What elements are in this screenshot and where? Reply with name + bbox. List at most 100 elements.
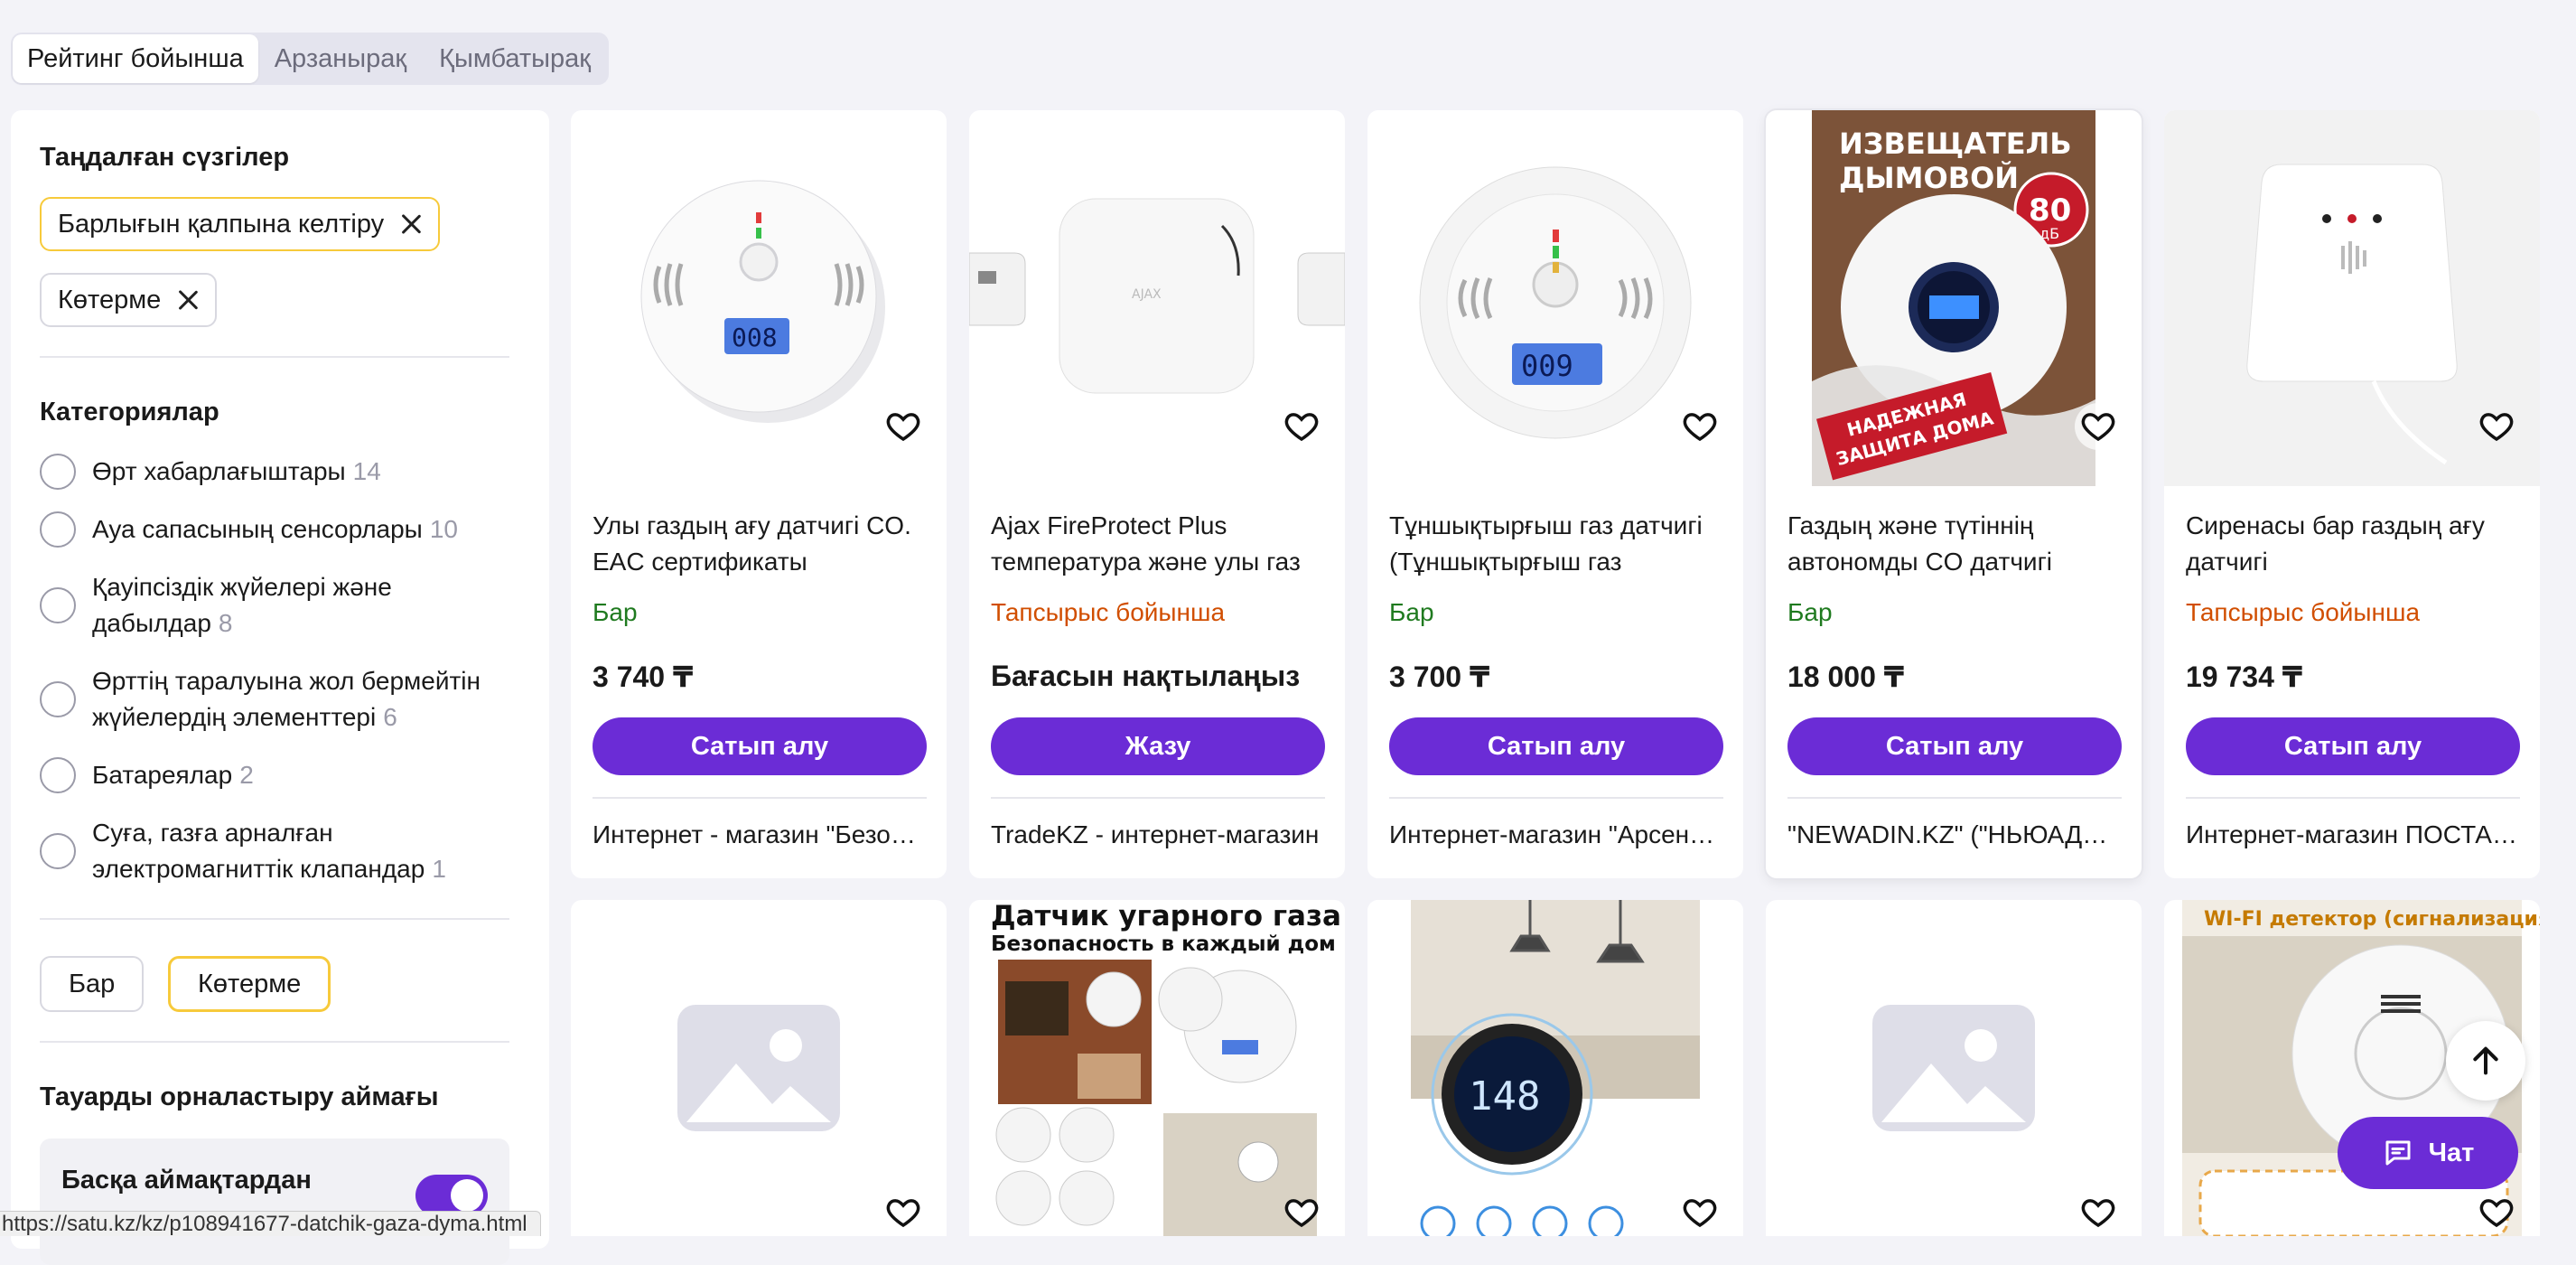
category-count: 8 xyxy=(218,609,233,637)
divider xyxy=(40,918,509,920)
category-item[interactable]: Қауіпсіздік жүйелері және дабылдар 8 xyxy=(40,569,509,642)
product-price: 3 700 ₸ xyxy=(1389,661,1490,693)
seller-link[interactable]: Интернет-магазин ПОСТАВЩИК xyxy=(2186,820,2520,849)
availability-status: Тапсырыс бойынша xyxy=(2186,598,2421,626)
favorite-button[interactable] xyxy=(880,403,927,450)
categories-title: Категориялар xyxy=(40,398,219,426)
product-image[interactable]: Датчик угарного газа Безопасность в кажд… xyxy=(969,900,1345,1236)
co-detector-image: 008 xyxy=(640,180,885,423)
divider xyxy=(40,356,509,358)
svg-text:AJAX: AJAX xyxy=(1132,287,1162,302)
availability-status: Бар xyxy=(593,598,638,626)
radio-button[interactable] xyxy=(40,454,76,490)
product-title[interactable]: Тұншықтырғыш газ датчигі (Тұншықтырғыш г… xyxy=(1389,508,1723,580)
favorite-button[interactable] xyxy=(2473,403,2520,450)
product-card[interactable]: Сиренасы бар газдың ағу датчигі Тапсырыс… xyxy=(2164,110,2540,878)
chat-label: Чат xyxy=(2428,1138,2475,1167)
seller-link[interactable]: Интернет - магазин "Безопасный дом" xyxy=(593,820,927,849)
radio-button[interactable] xyxy=(40,511,76,548)
favorite-button[interactable] xyxy=(2473,1189,2520,1236)
arrow-up-icon xyxy=(2473,1046,2498,1075)
buy-button[interactable]: Сатып алу xyxy=(593,717,927,775)
product-image-placeholder[interactable] xyxy=(1766,900,2142,1236)
image-placeholder-icon xyxy=(1872,1005,2035,1131)
smoke-detector-poster: ИЗВЕЩАТЕЛЬ ДЫМОВОЙ 80 дБ НАДЕЖНАЯ ЗАЩИТА… xyxy=(1812,110,2095,486)
product-card[interactable]: 148 xyxy=(1367,900,1743,1236)
image-placeholder-icon xyxy=(677,1005,840,1131)
favorite-button[interactable] xyxy=(1278,403,1325,450)
category-item[interactable]: Өрт хабарлағыштары 14 xyxy=(40,454,509,490)
product-title[interactable]: Газдың және түтіннің автономды CO датчиг… xyxy=(1787,508,2122,580)
close-icon xyxy=(177,289,199,311)
close-icon xyxy=(400,213,422,235)
favorite-button[interactable] xyxy=(880,1189,927,1236)
product-title[interactable]: Сиренасы бар газдың ағу датчигі xyxy=(2186,508,2520,580)
radio-button[interactable] xyxy=(40,833,76,869)
buy-button[interactable]: Сатып алу xyxy=(2186,717,2520,775)
radio-button[interactable] xyxy=(40,757,76,793)
product-title[interactable]: Улы газдың ағу датчигі CO. EAC сертифика… xyxy=(593,508,927,580)
availability-status: Бар xyxy=(1389,598,1434,626)
product-price: Бағасын нақтылаңыз xyxy=(991,660,1301,692)
heart-icon xyxy=(1683,1199,1717,1228)
seller-link[interactable]: Интернет-магазин "Арсенал" xyxy=(1389,820,1723,849)
radio-button[interactable] xyxy=(40,681,76,717)
category-item[interactable]: Өрттің таралуына жол бермейтін жүйелерді… xyxy=(40,663,509,736)
category-label: Ауа сапасының сенсорлары xyxy=(92,515,423,543)
favorite-button[interactable] xyxy=(1278,1189,1325,1236)
category-item[interactable]: Батареялар 2 xyxy=(40,757,509,793)
product-card[interactable] xyxy=(1766,900,2142,1236)
heart-icon xyxy=(1683,413,1717,442)
heart-icon xyxy=(886,1199,920,1228)
product-card[interactable]: Датчик угарного газа Безопасность в кажд… xyxy=(969,900,1345,1236)
svg-text:ДЫМОВОЙ: ДЫМОВОЙ xyxy=(1839,161,2019,195)
scroll-to-top-button[interactable] xyxy=(2446,1021,2525,1101)
category-item[interactable]: Ауа сапасының сенсорлары 10 xyxy=(40,511,509,548)
gas-detector-kitchen-image: 148 xyxy=(1367,900,1743,1236)
sort-option-rating[interactable]: Рейтинг бойынша xyxy=(13,34,258,83)
svg-text:Датчик угарного газа: Датчик угарного газа xyxy=(991,900,1341,932)
divider xyxy=(2186,797,2520,799)
divider xyxy=(40,1041,509,1043)
svg-text:148: 148 xyxy=(1469,1073,1540,1120)
availability-in-stock-button[interactable]: Бар xyxy=(40,956,145,1012)
product-card[interactable]: ИЗВЕЩАТЕЛЬ ДЫМОВОЙ 80 дБ НАДЕЖНАЯ ЗАЩИТА… xyxy=(1766,110,2142,878)
buy-button[interactable]: Сатып алу xyxy=(1787,717,2122,775)
favorite-button[interactable] xyxy=(1676,1189,1723,1236)
svg-text:80: 80 xyxy=(2029,192,2071,229)
product-image-placeholder[interactable] xyxy=(571,900,947,1236)
seller-link[interactable]: "NEWADIN.KZ" ("НЬЮАДИН") xyxy=(1787,820,2122,849)
favorite-button[interactable] xyxy=(1676,403,1723,450)
chat-button[interactable]: Чат xyxy=(2338,1117,2518,1189)
heart-icon xyxy=(2479,1199,2514,1228)
product-card[interactable]: 008 Улы газдың ағу датчигі CO. EAC серти… xyxy=(571,110,947,878)
wholesale-filter-chip[interactable]: Көтерме xyxy=(40,273,218,327)
svg-text:009: 009 xyxy=(1521,349,1573,383)
status-bar-url: https://satu.kz/kz/p108941677-datchik-ga… xyxy=(0,1211,541,1236)
reset-all-chip[interactable]: Барлығын қалпына келтіру xyxy=(40,197,441,251)
write-button[interactable]: Жазу xyxy=(991,717,1325,775)
category-label: Суға, газға арналған электромагниттік кл… xyxy=(92,819,425,883)
buy-button[interactable]: Сатып алу xyxy=(1389,717,1723,775)
product-image[interactable]: 148 xyxy=(1367,900,1743,1236)
favorite-button[interactable] xyxy=(2075,1189,2122,1236)
divider xyxy=(991,797,1325,799)
product-card[interactable]: AJAX Ajax FireProtect Plus температура ж… xyxy=(969,110,1345,878)
favorite-button[interactable] xyxy=(2075,403,2122,450)
availability-status: Тапсырыс бойынша xyxy=(991,598,1226,626)
heart-icon xyxy=(2479,413,2514,442)
availability-wholesale-button[interactable]: Көтерме xyxy=(168,956,331,1012)
product-card[interactable] xyxy=(571,900,947,1236)
sort-option-cheaper[interactable]: Арзанырақ xyxy=(258,34,423,83)
seller-link[interactable]: TradeKZ - интернет-магазин xyxy=(991,820,1325,849)
category-item[interactable]: Суға, газға арналған электромагниттік кл… xyxy=(40,815,509,887)
sort-option-expensive[interactable]: Қымбатырақ xyxy=(423,34,607,83)
reset-all-label: Барлығын қалпына келтіру xyxy=(58,209,385,239)
heart-icon xyxy=(1284,413,1319,442)
filters-sidebar: Таңдалған сүзгілер Барлығын қалпына келт… xyxy=(11,110,549,1265)
svg-text:ИЗВЕЩАТЕЛЬ: ИЗВЕЩАТЕЛЬ xyxy=(1839,126,2072,161)
product-title[interactable]: Ajax FireProtect Plus температура және у… xyxy=(991,508,1325,580)
radio-button[interactable] xyxy=(40,587,76,623)
product-card[interactable]: 009 Тұншықтырғыш газ датчигі (Тұншықтырғ… xyxy=(1367,110,1743,878)
divider xyxy=(1787,797,2122,799)
